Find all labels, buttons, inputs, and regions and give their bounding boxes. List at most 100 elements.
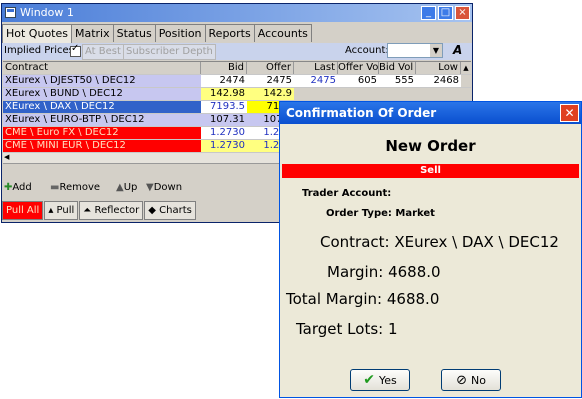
col-bid-vol[interactable]: Bid Vol bbox=[379, 62, 416, 74]
col-low[interactable]: Low bbox=[416, 62, 461, 74]
check-icon: ✔ bbox=[363, 372, 375, 388]
reflector-button[interactable]: ⏶ Reflector bbox=[79, 201, 144, 220]
total-margin-row: Total Margin: 4688.0 bbox=[286, 290, 439, 308]
table-row[interactable]: XEurex \ BUND \ DEC12 142.98 142.9 bbox=[3, 88, 471, 101]
implied-prices-label: Implied Prices bbox=[4, 45, 74, 56]
close-button[interactable]: × bbox=[455, 6, 470, 20]
add-label: Add bbox=[12, 182, 32, 193]
contract-cell: XEurex \ BUND \ DEC12 bbox=[3, 88, 201, 100]
col-last[interactable]: Last bbox=[294, 62, 338, 74]
yes-label: Yes bbox=[378, 373, 397, 387]
col-bid[interactable]: Bid bbox=[201, 62, 247, 74]
pull-all-button[interactable]: Pull All bbox=[2, 201, 44, 220]
offer-cell: 142.9 bbox=[247, 88, 294, 100]
maximize-button[interactable]: □ bbox=[438, 6, 453, 20]
order-type-row: Order Type: Market bbox=[326, 208, 435, 219]
offer-cell: 2475 bbox=[247, 75, 294, 87]
account-label: Account: bbox=[345, 45, 389, 56]
no-icon: ⊘ bbox=[456, 372, 467, 388]
target-lots-label: Target Lots: bbox=[296, 320, 384, 338]
remove-button[interactable]: ▬Remove bbox=[50, 182, 100, 193]
up-arrow-icon: ▲ bbox=[116, 182, 124, 193]
tab-status[interactable]: Status bbox=[112, 24, 156, 42]
contract-cell: CME \ MINI EUR \ DEC12 bbox=[3, 140, 201, 152]
reflector-icon: ⏶ bbox=[83, 205, 92, 216]
offer-vol-cell: 605 bbox=[338, 75, 379, 87]
dialog-heading: New Order bbox=[385, 137, 476, 155]
pull-icon: ▴ bbox=[48, 205, 54, 216]
last-cell: 2475 bbox=[294, 75, 338, 87]
pull-label: Pull bbox=[56, 205, 75, 216]
pull-button[interactable]: ▴ Pull bbox=[44, 201, 79, 220]
dialog-titlebar[interactable]: Confirmation Of Order ✕ bbox=[280, 102, 581, 124]
font-button[interactable]: A bbox=[453, 43, 462, 57]
charts-icon: ◆ bbox=[148, 205, 156, 216]
order-side-badge: Sell bbox=[282, 164, 579, 178]
tab-matrix[interactable]: Matrix bbox=[70, 24, 114, 42]
table-row[interactable]: XEurex \ DJEST50 \ DEC12 2474 2475 2475 … bbox=[3, 75, 471, 88]
dialog-close-button[interactable]: ✕ bbox=[560, 104, 579, 122]
subscriber-depth-button[interactable]: Subscriber Depth bbox=[123, 44, 216, 60]
contract-label: Contract: bbox=[320, 233, 390, 251]
col-offer[interactable]: Offer bbox=[247, 62, 294, 74]
reflector-label: Reflector bbox=[94, 205, 140, 216]
target-lots-value: 1 bbox=[387, 320, 398, 338]
low-cell: 2468 bbox=[416, 75, 461, 87]
quotes-toolbar: Implied Prices At Best Subscriber Depth … bbox=[2, 43, 472, 60]
margin-row: Margin: 4688.0 bbox=[327, 263, 441, 281]
at-best-button[interactable]: At Best bbox=[82, 44, 124, 60]
bid-cell: 2474 bbox=[201, 75, 247, 87]
bid-vol-cell: 555 bbox=[379, 75, 416, 87]
dialog-title: Confirmation Of Order bbox=[286, 106, 437, 120]
up-label: Up bbox=[123, 182, 138, 193]
scroll-up-arrow[interactable]: ▲ bbox=[461, 62, 471, 74]
down-button[interactable]: ▼Down bbox=[146, 182, 182, 193]
col-offer-vol[interactable]: Offer Vol bbox=[338, 62, 379, 74]
grid-header: Contract Bid Offer Last Offer Vol Bid Vo… bbox=[3, 62, 471, 75]
contract-row: Contract: XEurex \ DAX \ DEC12 bbox=[320, 233, 559, 251]
target-lots-row: Target Lots: 1 bbox=[296, 320, 398, 338]
down-label: Down bbox=[153, 182, 183, 193]
account-dropdown[interactable]: ▼ bbox=[387, 43, 443, 58]
tab-accounts[interactable]: Accounts bbox=[253, 24, 312, 42]
bid-cell: 1.2730 bbox=[201, 140, 247, 152]
bid-cell: 7193.5 bbox=[201, 101, 247, 113]
contract-cell: CME \ Euro FX \ DEC12 bbox=[3, 127, 201, 139]
window-titlebar[interactable]: Window 1 _ □ × bbox=[2, 4, 472, 22]
trader-account-row: Trader Account: bbox=[302, 188, 391, 199]
implied-prices-checkbox[interactable] bbox=[70, 43, 81, 57]
order-type-label: Order Type: bbox=[326, 208, 392, 219]
charts-label: Charts bbox=[159, 205, 192, 216]
tab-strip: Hot Quotes Matrix Status Position Report… bbox=[2, 24, 312, 43]
tab-position[interactable]: Position bbox=[154, 24, 206, 42]
window-title: Window 1 bbox=[20, 6, 74, 19]
margin-value: 4688.0 bbox=[388, 263, 441, 281]
total-margin-label: Total Margin: bbox=[286, 290, 383, 308]
window-icon bbox=[5, 7, 16, 18]
no-button[interactable]: ⊘ No bbox=[441, 369, 501, 391]
contract-cell: XEurex \ DJEST50 \ DEC12 bbox=[3, 75, 201, 87]
chevron-down-icon: ▼ bbox=[430, 44, 442, 57]
down-arrow-icon: ▼ bbox=[146, 182, 154, 193]
contract-cell: XEurex \ DAX \ DEC12 bbox=[3, 101, 201, 113]
minimize-button[interactable]: _ bbox=[421, 6, 436, 20]
bid-cell: 107.31 bbox=[201, 114, 247, 126]
total-margin-value: 4688.0 bbox=[386, 290, 440, 308]
trader-account-label: Trader Account: bbox=[302, 188, 392, 199]
add-button[interactable]: ✚Add bbox=[4, 182, 32, 193]
bid-cell: 1.2730 bbox=[201, 127, 247, 139]
bid-cell: 142.98 bbox=[201, 88, 247, 100]
order-actions: Pull All ▴ Pull ⏶ Reflector ◆ Charts bbox=[2, 201, 196, 220]
tab-reports[interactable]: Reports bbox=[204, 24, 255, 42]
up-button[interactable]: ▲Up bbox=[116, 182, 137, 193]
contract-cell: XEurex \ EURO-BTP \ DEC12 bbox=[3, 114, 201, 126]
charts-button[interactable]: ◆ Charts bbox=[144, 201, 196, 220]
no-label: No bbox=[470, 373, 486, 387]
contract-value: XEurex \ DAX \ DEC12 bbox=[394, 233, 559, 251]
order-confirmation-dialog: Confirmation Of Order ✕ New Order Sell T… bbox=[279, 101, 582, 398]
scroll-left-arrow[interactable]: ◀ bbox=[4, 153, 9, 161]
yes-button[interactable]: ✔ Yes bbox=[350, 369, 410, 391]
tab-hot-quotes[interactable]: Hot Quotes bbox=[2, 24, 72, 43]
remove-label: Remove bbox=[59, 182, 101, 193]
col-contract[interactable]: Contract bbox=[3, 62, 201, 74]
